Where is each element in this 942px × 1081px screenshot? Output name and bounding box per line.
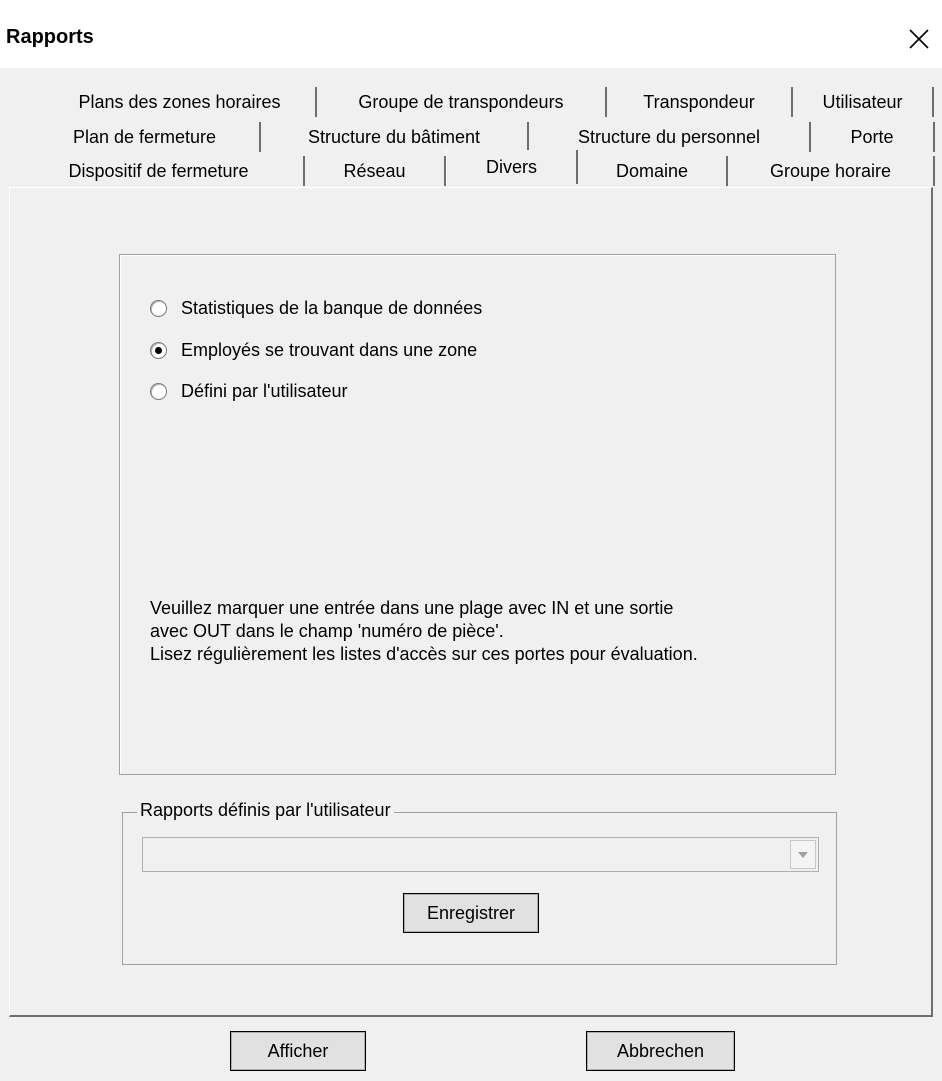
tab-groupe-transpondeurs[interactable]: Groupe de transpondeurs (317, 87, 607, 117)
close-button[interactable] (902, 22, 936, 56)
tab-label: Plan de fermeture (72, 126, 217, 147)
tab-transpondeur[interactable]: Transpondeur (607, 87, 793, 117)
title-bar: Rapports (0, 0, 942, 68)
tab-label: Utilisateur (822, 91, 903, 112)
tab-label: Groupe de transpondeurs (358, 91, 564, 112)
tab-label: Structure du bâtiment (307, 126, 481, 147)
info-line: Veuillez marquer une entrée dans une pla… (150, 598, 674, 618)
tab-label: Structure du personnel (577, 126, 761, 147)
option-statistiques-banque[interactable]: Statistiques de la banque de données (150, 295, 482, 321)
tab-reseau[interactable]: Réseau (305, 156, 446, 186)
window-title: Rapports (6, 26, 94, 48)
dropdown-button[interactable] (790, 840, 816, 869)
option-label: Défini par l'utilisateur (181, 380, 348, 401)
tab-utilisateur[interactable]: Utilisateur (793, 87, 934, 117)
tab-label: Porte (850, 126, 894, 147)
user-reports-group (122, 812, 837, 965)
tab-label: Réseau (343, 160, 406, 181)
info-text: Veuillez marquer une entrée dans une pla… (150, 597, 830, 666)
option-defini-utilisateur[interactable]: Défini par l'utilisateur (150, 378, 348, 404)
radio-checked[interactable] (150, 341, 167, 359)
option-employes-zone[interactable]: Employés se trouvant dans une zone (150, 337, 477, 363)
save-button[interactable]: Enregistrer (403, 893, 539, 933)
tab-row-1: Plans des zones horaires Groupe de trans… (0, 87, 942, 117)
option-label: Statistiques de la banque de données (181, 297, 483, 318)
chevron-down-icon (798, 851, 808, 858)
user-reports-legend: Rapports définis par l'utilisateur (137, 800, 394, 821)
tab-dispositif-fermeture[interactable]: Dispositif de fermeture (14, 156, 305, 186)
cancel-button[interactable]: Abbrechen (586, 1031, 735, 1071)
radio-unchecked[interactable] (150, 382, 167, 400)
tab-label: Groupe horaire (769, 160, 892, 181)
tab-label: Plans des zones horaires (78, 91, 281, 112)
tab-structure-personnel[interactable]: Structure du personnel (529, 122, 811, 152)
button-label: Enregistrer (426, 902, 516, 923)
button-label: Afficher (267, 1040, 329, 1061)
radio-unchecked[interactable] (150, 299, 167, 317)
info-line: avec OUT dans le champ 'numéro de pièce'… (150, 621, 504, 641)
tab-label: Divers (485, 156, 537, 177)
tab-label: Domaine (615, 160, 689, 181)
user-reports-combobox[interactable] (142, 837, 819, 872)
tab-domaine[interactable]: Domaine (578, 156, 728, 186)
tab-label: Transpondeur (643, 91, 755, 112)
tab-structure-batiment[interactable]: Structure du bâtiment (261, 122, 529, 152)
button-label: Abbrechen (616, 1040, 705, 1061)
tab-row-3: Dispositif de fermeture Réseau Divers Do… (0, 150, 942, 186)
show-button[interactable]: Afficher (230, 1031, 366, 1071)
tab-row-2: Plan de fermeture Structure du bâtiment … (0, 122, 942, 152)
tab-groupe-horaire[interactable]: Groupe horaire (728, 156, 935, 186)
tab-porte[interactable]: Porte (811, 122, 935, 152)
option-label: Employés se trouvant dans une zone (181, 339, 478, 360)
info-line: Lisez régulièrement les listes d'accès s… (150, 644, 698, 664)
tab-label: Dispositif de fermeture (68, 160, 249, 181)
tab-divers[interactable]: Divers (446, 150, 578, 184)
rapports-dialog: Rapports Plans des zones horaires Groupe… (0, 0, 942, 1081)
report-options-box (119, 254, 836, 775)
close-icon (909, 29, 929, 49)
tab-plans-zones-horaires[interactable]: Plans des zones horaires (44, 87, 317, 117)
tab-plan-fermeture[interactable]: Plan de fermeture (30, 122, 261, 152)
